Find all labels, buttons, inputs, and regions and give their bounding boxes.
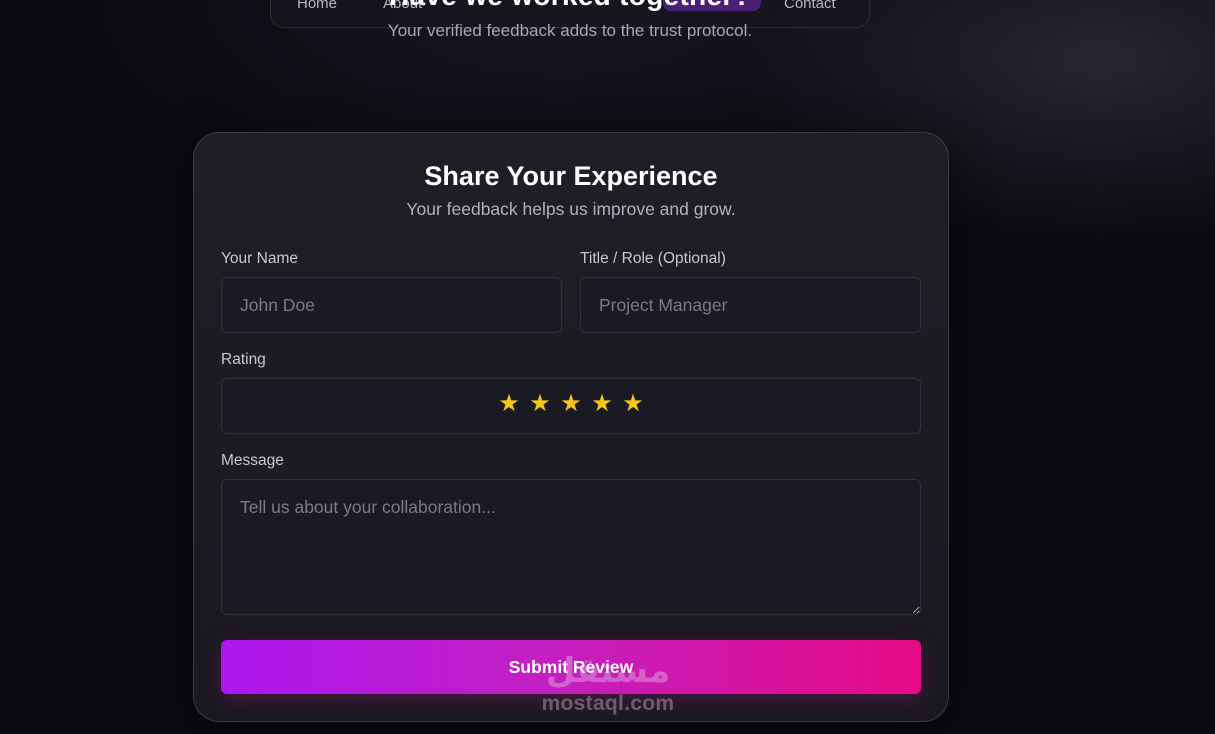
hero-title: Have we worked together?: [0, 0, 1140, 12]
star-icon[interactable]: ★: [559, 391, 583, 417]
star-icon[interactable]: ★: [621, 391, 645, 417]
message-textarea[interactable]: [221, 479, 921, 615]
name-input[interactable]: [221, 277, 562, 333]
star-rating: ★ ★ ★ ★ ★: [494, 391, 649, 417]
role-input[interactable]: [580, 277, 921, 333]
name-label: Your Name: [221, 250, 298, 267]
rating-field: ★ ★ ★ ★ ★: [221, 378, 921, 434]
rating-label: Rating: [221, 351, 266, 368]
form-subtitle: Your feedback helps us improve and grow.: [406, 199, 736, 219]
star-icon[interactable]: ★: [528, 391, 552, 417]
page: Home About Contact Have we worked togeth…: [0, 0, 1215, 734]
star-icon[interactable]: ★: [590, 391, 614, 417]
submit-review-button[interactable]: Submit Review: [221, 640, 921, 694]
role-label: Title / Role (Optional): [580, 250, 726, 267]
star-icon[interactable]: ★: [497, 391, 521, 417]
message-label: Message: [221, 452, 284, 469]
review-form-card: Share Your Experience Your feedback help…: [193, 132, 949, 722]
hero-subtitle: Your verified feedback adds to the trust…: [387, 21, 753, 40]
form-title: Share Your Experience: [424, 161, 718, 191]
